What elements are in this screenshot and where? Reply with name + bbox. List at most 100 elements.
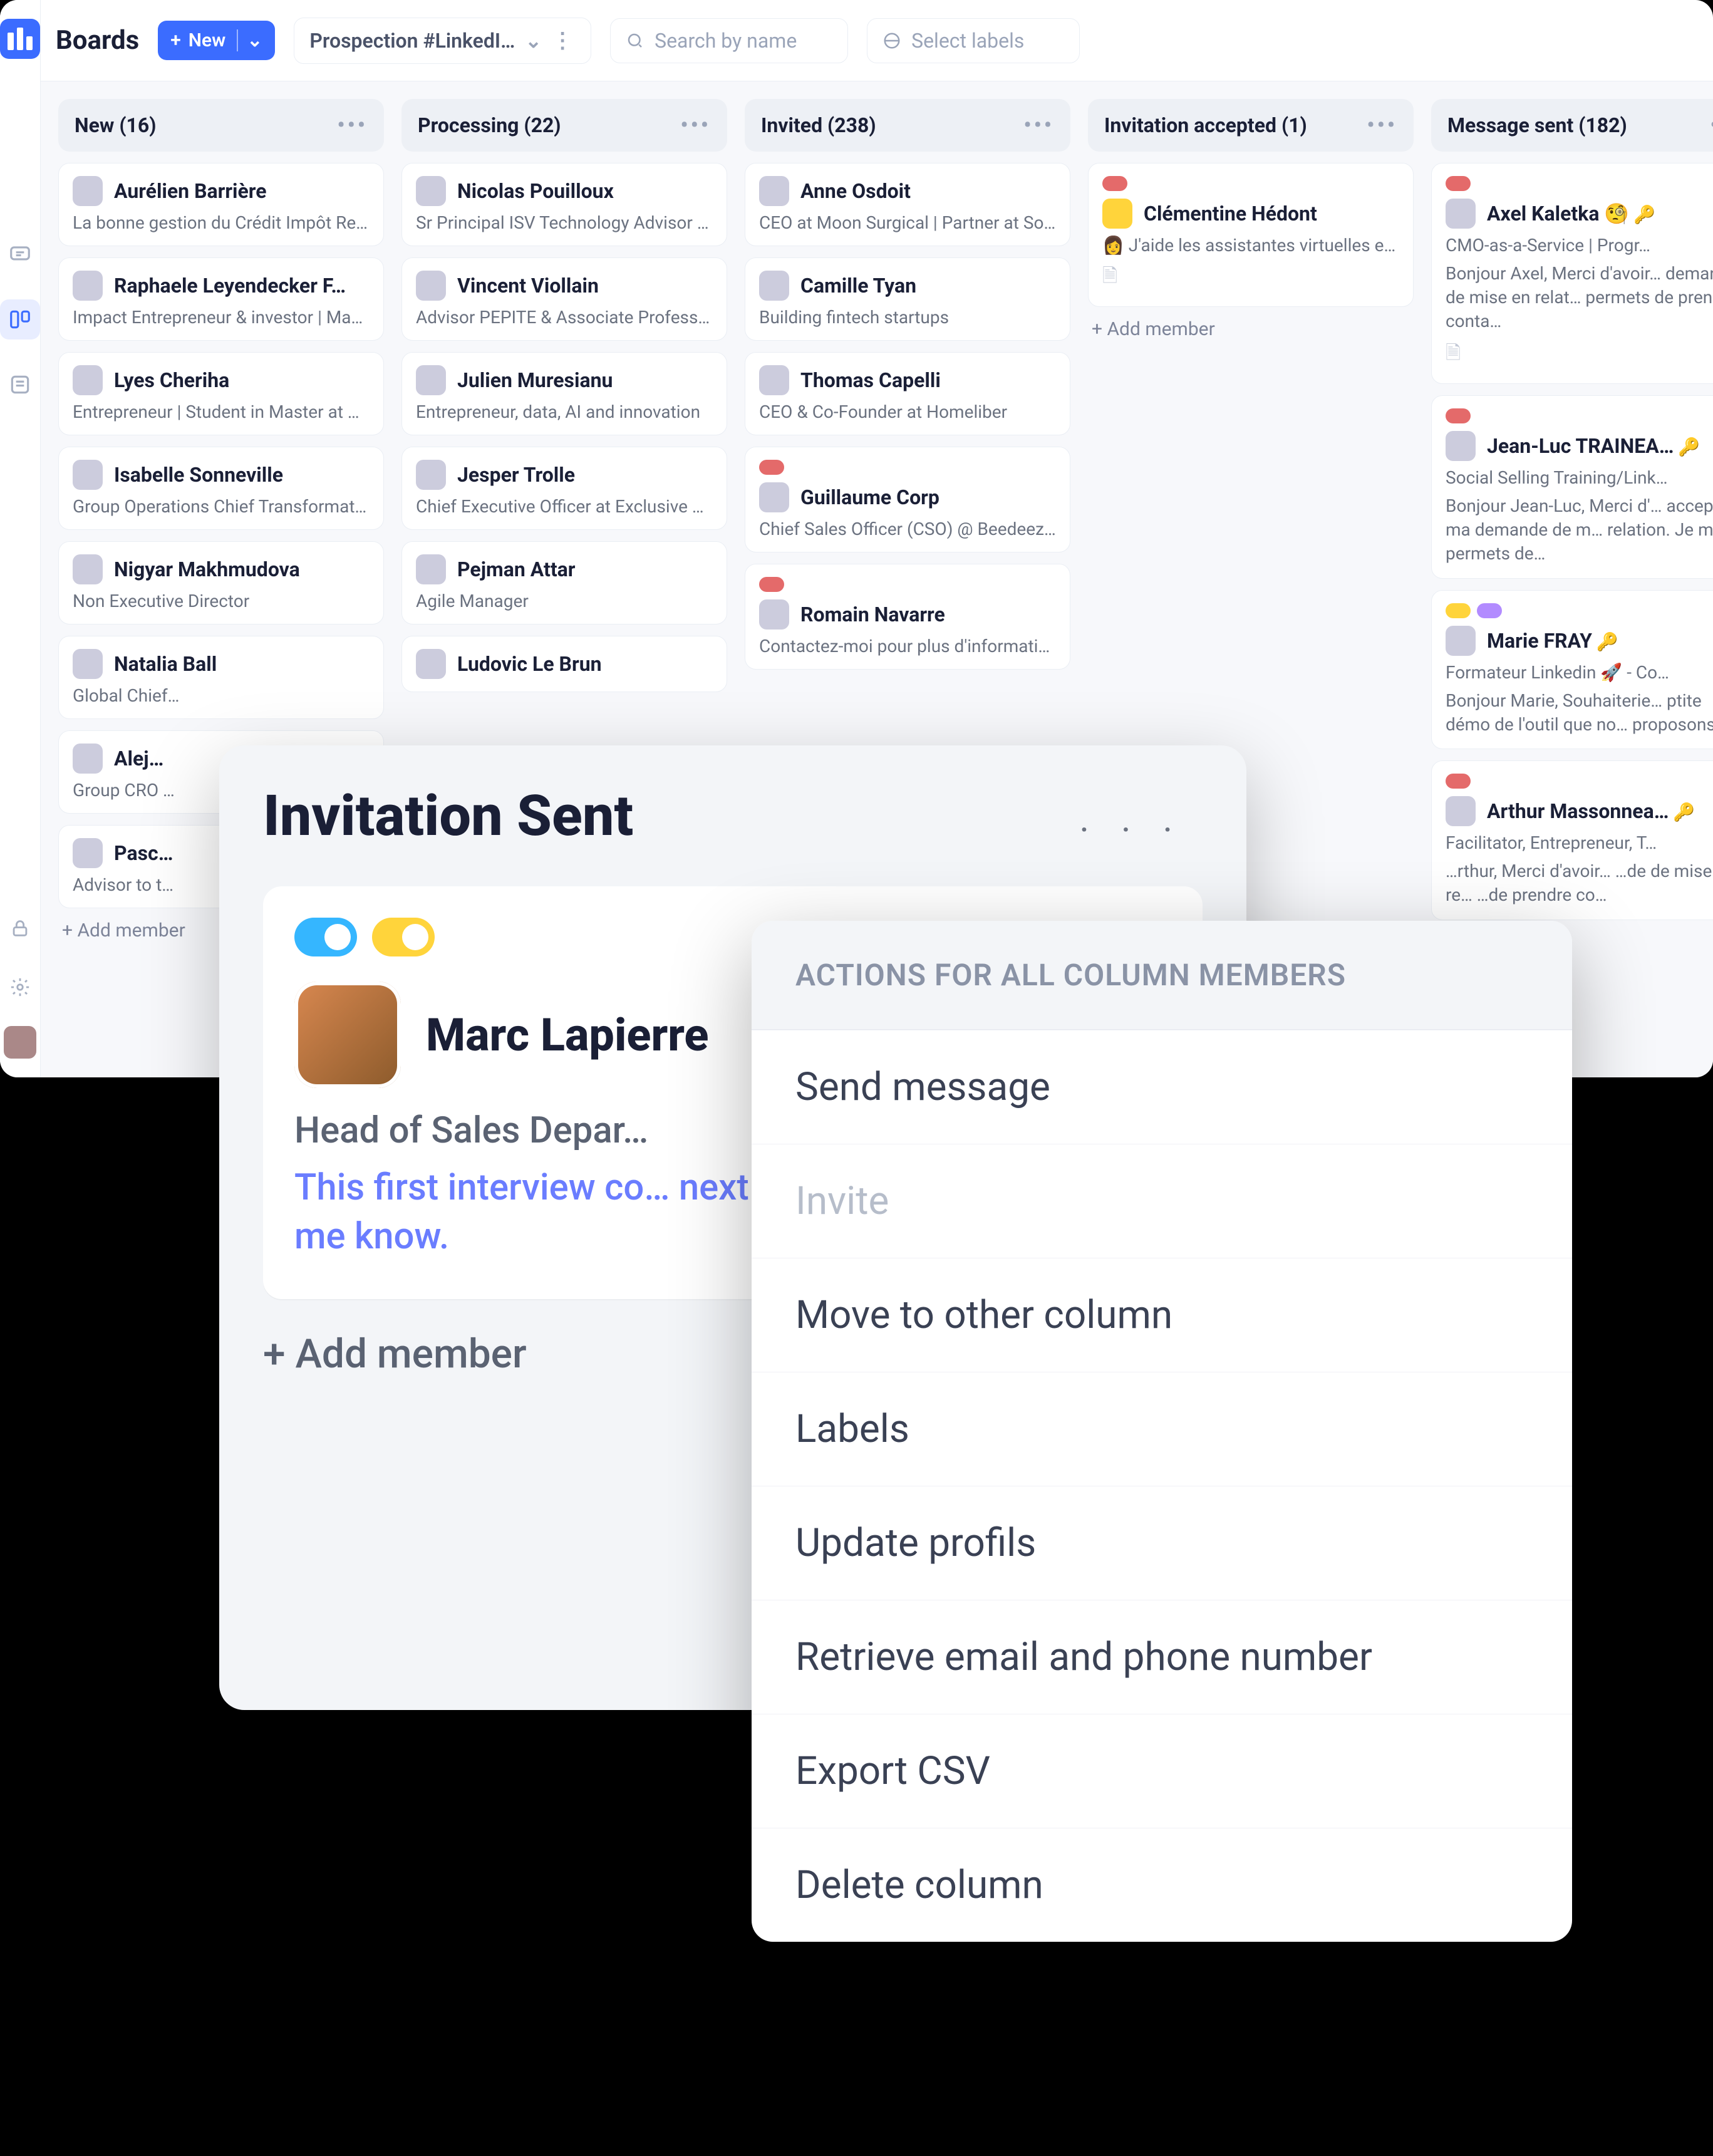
tag-icon xyxy=(882,31,901,50)
member-card[interactable]: Isabelle SonnevilleGroup Operations Chie… xyxy=(58,447,384,530)
member-name: Vincent Viollain xyxy=(457,274,599,298)
member-card[interactable]: Camille TyanBuilding fintech startups xyxy=(745,257,1070,341)
column-header[interactable]: Invited (238) ••• xyxy=(745,99,1070,152)
column-more-icon[interactable]: ••• xyxy=(1023,113,1054,138)
message-preview: Bonjour Axel, Merci d'avoir… demande de … xyxy=(1446,262,1713,333)
menu-header: ACTIONS FOR ALL COLUMN MEMBERS xyxy=(752,921,1572,1030)
detail-more-button[interactable]: · · · xyxy=(1079,808,1184,853)
member-name: Nicolas Pouilloux xyxy=(457,179,614,203)
person-name: Marc Lapierre xyxy=(426,1008,708,1062)
member-avatar xyxy=(759,599,789,630)
member-avatar xyxy=(1446,431,1476,461)
member-name: Aurélien Barrière xyxy=(114,179,267,203)
member-card[interactable]: Vincent ViollainAdvisor PEPITE & Associa… xyxy=(401,257,727,341)
board-more-icon[interactable]: ⋮ xyxy=(552,28,576,53)
new-label: New xyxy=(189,29,226,51)
member-name: Pejman Attar xyxy=(457,557,576,581)
member-avatar xyxy=(73,460,103,490)
message-preview: Bonjour Jean-Luc, Merci d'… accepté ma d… xyxy=(1446,494,1713,565)
menu-item[interactable]: Export CSV xyxy=(752,1714,1572,1828)
tag-yel xyxy=(1446,603,1471,618)
board-column: Message sent (182)••• Axel Kaletka 🧐 🔑CMO… xyxy=(1431,99,1713,1060)
member-card[interactable]: Ludovic Le Brun xyxy=(401,636,727,692)
menu-item[interactable]: Send message xyxy=(752,1030,1572,1144)
member-subtitle: Global Chief… xyxy=(73,685,370,706)
tag-red xyxy=(759,577,784,592)
lock-icon[interactable] xyxy=(0,908,40,948)
menu-item[interactable]: Retrieve email and phone number xyxy=(752,1600,1572,1714)
key-icon: 🔑 xyxy=(1592,631,1618,652)
tag-pill-yellow[interactable] xyxy=(372,918,435,956)
column-title: New (16) xyxy=(75,113,156,137)
new-board-button[interactable]: + New ⌄ xyxy=(158,21,275,60)
column-header[interactable]: Message sent (182)••• xyxy=(1431,99,1713,152)
menu-item[interactable]: Delete column xyxy=(752,1828,1572,1942)
menu-item[interactable]: Update profils xyxy=(752,1486,1572,1600)
member-card[interactable]: Nigyar MakhmudovaNon Executive Director xyxy=(58,541,384,625)
member-card[interactable]: Arthur Massonnea… 🔑Facilitator, Entrepre… xyxy=(1431,760,1713,920)
member-subtitle: Agile Manager xyxy=(416,591,713,611)
board-selector[interactable]: Prospection #LinkedI… ⌄ ⋮ xyxy=(294,18,591,64)
left-nav-rail xyxy=(0,0,41,1077)
messages-icon[interactable] xyxy=(0,234,40,274)
member-card[interactable]: Aurélien BarrièreLa bonne gestion du Cré… xyxy=(58,163,384,246)
member-avatar xyxy=(416,649,446,679)
column-title: Invited (238) xyxy=(761,113,876,137)
boards-icon[interactable] xyxy=(0,299,40,339)
column-header[interactable]: Invitation accepted (1) ••• xyxy=(1088,99,1414,152)
menu-item[interactable]: Move to other column xyxy=(752,1258,1572,1372)
member-card[interactable]: Raphaele Leyendecker F…Impact Entreprene… xyxy=(58,257,384,341)
notes-icon[interactable] xyxy=(0,365,40,405)
member-avatar xyxy=(416,460,446,490)
current-user-avatar[interactable] xyxy=(4,1026,36,1059)
member-avatar xyxy=(73,365,103,395)
member-card[interactable]: Lyes CherihaEntrepreneur | Student in Ma… xyxy=(58,352,384,435)
labels-filter[interactable]: Select labels xyxy=(867,18,1080,63)
member-card[interactable]: Marie FRAY 🔑Formateur Linkedin 🚀 - Co…Bo… xyxy=(1431,590,1713,750)
board-name: Prospection #LinkedI… xyxy=(309,29,515,53)
member-name: Alej… xyxy=(114,747,163,770)
member-card[interactable]: Nicolas PouillouxSr Principal ISV Techno… xyxy=(401,163,727,246)
column-more-icon[interactable]: ••• xyxy=(337,113,368,138)
column-actions-menu: ACTIONS FOR ALL COLUMN MEMBERS Send mess… xyxy=(752,921,1572,1942)
member-card[interactable]: Pejman Attar Agile Manager xyxy=(401,541,727,625)
column-title: Invitation accepted (1) xyxy=(1104,113,1307,137)
add-member-link[interactable]: + Add member xyxy=(1088,307,1414,351)
column-more-icon[interactable]: ••• xyxy=(680,113,711,138)
member-name: Arthur Massonnea… 🔑 xyxy=(1487,799,1695,823)
member-card[interactable]: Jean-Luc TRAINEA… 🔑Social Selling Traini… xyxy=(1431,395,1713,578)
search-placeholder: Search by name xyxy=(655,29,797,53)
search-input[interactable]: Search by name xyxy=(610,18,848,63)
member-card[interactable]: Anne OsdoitCEO at Moon Surgical | Partne… xyxy=(745,163,1070,246)
key-icon: 🔑 xyxy=(1669,802,1695,822)
settings-icon[interactable] xyxy=(0,967,40,1007)
member-card[interactable]: Romain NavarreContactez-moi pour plus d'… xyxy=(745,564,1070,670)
member-avatar xyxy=(759,271,789,301)
member-card[interactable]: Axel Kaletka 🧐 🔑CMO-as-a-Service | Progr… xyxy=(1431,163,1713,384)
member-card[interactable]: Natalia BallGlobal Chief… xyxy=(58,636,384,719)
member-name: Julien Muresianu xyxy=(457,368,613,392)
member-card[interactable]: Jesper TrolleChief Executive Officer at … xyxy=(401,447,727,530)
app-logo[interactable] xyxy=(0,19,40,59)
message-preview: …rthur, Merci d'avoir… …de de mise en re… xyxy=(1446,859,1713,907)
column-more-icon[interactable]: ••• xyxy=(1367,113,1397,138)
member-avatar xyxy=(73,554,103,584)
column-header[interactable]: Processing (22)••• xyxy=(401,99,727,152)
member-subtitle: Group Operations Chief Transformati… xyxy=(73,496,370,517)
member-name: Lyes Cheriha xyxy=(114,368,229,392)
member-name: Thomas Capelli xyxy=(800,368,941,392)
menu-item[interactable]: Labels xyxy=(752,1372,1572,1486)
member-card[interactable]: Julien MuresianuEntrepreneur, data, AI a… xyxy=(401,352,727,435)
tag-pill-blue[interactable] xyxy=(294,918,357,956)
person-avatar xyxy=(294,982,401,1088)
column-header[interactable]: New (16) ••• xyxy=(58,99,384,152)
tag-red xyxy=(1102,176,1127,191)
member-card[interactable]: Thomas CapelliCEO & Co-Founder at Homeli… xyxy=(745,352,1070,435)
member-name: Romain Navarre xyxy=(800,603,945,626)
member-card[interactable]: Guillaume CorpChief Sales Officer (CSO) … xyxy=(745,447,1070,552)
chevron-down-icon[interactable]: ⌄ xyxy=(237,29,262,51)
labels-placeholder: Select labels xyxy=(911,29,1024,53)
member-card[interactable]: Clémentine Hédont👩 J'aide les assistante… xyxy=(1088,163,1414,307)
column-more-icon[interactable]: ••• xyxy=(1710,113,1713,138)
plus-icon: + xyxy=(170,29,181,51)
